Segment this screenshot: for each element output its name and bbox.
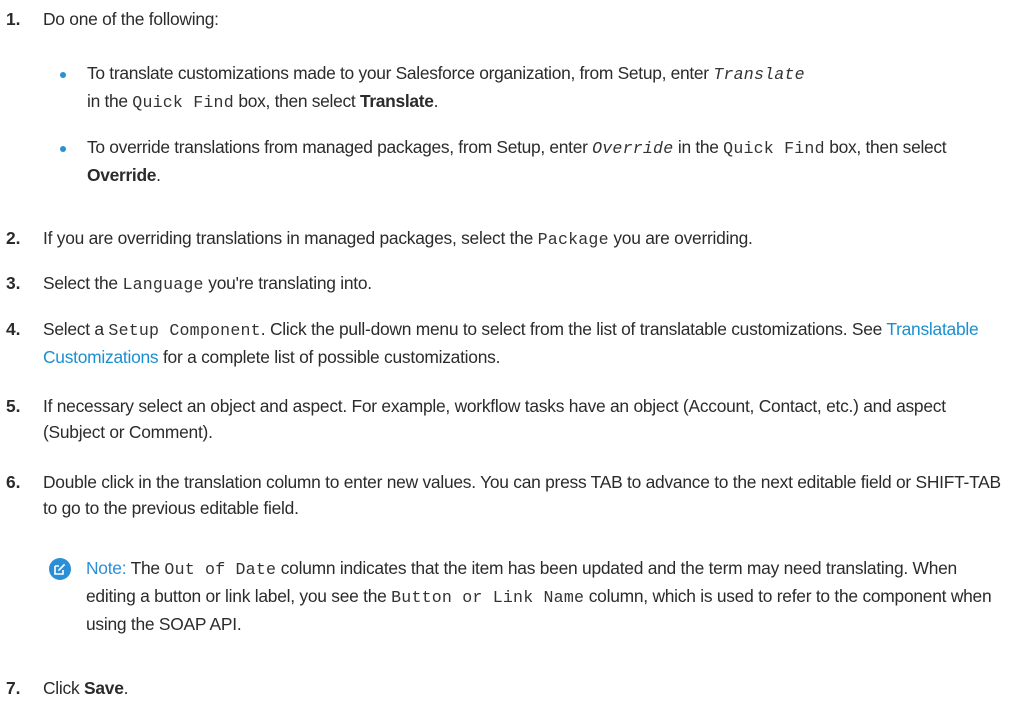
step-text: Double click in the translation column t… — [43, 472, 1001, 519]
code-translate: Translate — [713, 65, 805, 84]
procedure-document: 1. Do one of the following: To translate… — [0, 0, 1033, 727]
code-setup-component: Setup Component — [108, 321, 261, 340]
edit-note-icon — [49, 558, 71, 580]
bold-save: Save — [84, 678, 124, 698]
step-number: 5. — [6, 396, 21, 416]
step-text: Select a Setup Component. Click the pull… — [43, 319, 979, 367]
bullet-dot — [60, 72, 66, 78]
step-text: Click Save. — [43, 678, 129, 698]
bullet-text: To override translations from managed pa… — [87, 137, 947, 185]
step-text: Do one of the following: — [43, 9, 219, 29]
code-quick-find: Quick Find — [132, 92, 234, 112]
bold-override: Override — [87, 164, 157, 185]
step-text: If you are overriding translations in ma… — [43, 228, 753, 249]
note-label: Note: — [86, 558, 127, 578]
code-language: Language — [122, 275, 204, 294]
step-number: 3. — [6, 273, 21, 293]
code-button-or-link-name: Button or Link Name — [391, 587, 585, 607]
step-text: If necessary select an object and aspect… — [43, 396, 946, 443]
bold-translate: Translate — [359, 90, 434, 111]
step-number: 4. — [6, 319, 21, 339]
step-number: 6. — [6, 472, 21, 492]
step-number: 1. — [6, 9, 21, 29]
step-number: 2. — [6, 228, 21, 248]
code-override: Override — [592, 139, 674, 158]
bullet-text: To translate customizations made to your… — [87, 63, 805, 112]
note-text: Note: The Out of Date column indicates t… — [86, 558, 992, 634]
code-quick-find: Quick Find — [723, 139, 825, 158]
step-number: 7. — [6, 678, 21, 698]
code-out-of-date: Out of Date — [164, 560, 277, 579]
step-text: Select the Language you're translating i… — [43, 273, 372, 294]
code-package: Package — [537, 230, 609, 249]
bullet-dot — [60, 146, 66, 152]
